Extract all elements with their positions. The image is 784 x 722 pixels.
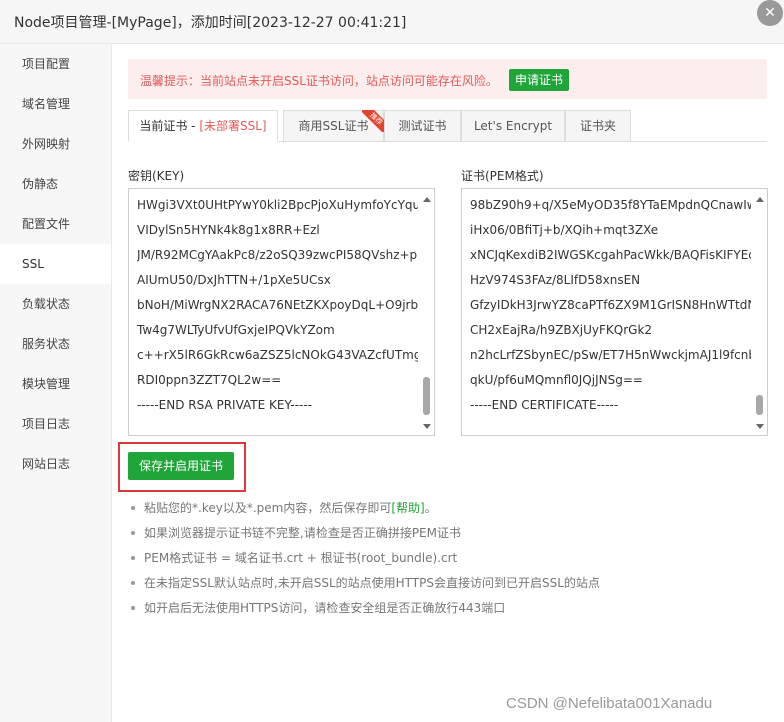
tips-list: 粘贴您的*.key以及*.pem内容，然后保存即可[帮助]。 如果浏览器提示证书… xyxy=(128,498,748,623)
key-label: 密钥(KEY) xyxy=(128,169,185,183)
sidebar-item-domain-management[interactable]: 域名管理 xyxy=(0,84,111,124)
help-link[interactable]: [帮助] xyxy=(391,501,424,515)
tab-current-certificate[interactable]: 当前证书 - [未部署SSL] xyxy=(128,110,278,142)
cert-line: -----END CERTIFICATE----- xyxy=(470,398,619,412)
sidebar: 项目配置 域名管理 外网映射 伪静态 配置文件 SSL 负载状态 服务状态 模块… xyxy=(0,44,112,722)
dialog-titlebar: Node项目管理-[MyPage]，添加时间[2023-12-27 00:41:… xyxy=(0,0,784,44)
scroll-down-icon[interactable] xyxy=(423,424,431,429)
cert-line: n2hcLrfZSbynEC/pSw/ET7H5nWwckjmAJ1l9fcnb xyxy=(470,348,751,362)
cert-line: GfzyIDkH3JrwYZ8caPTf6ZX9M1GrISN8HnWTtdN xyxy=(470,298,751,312)
sidebar-item-external-mapping[interactable]: 外网映射 xyxy=(0,124,111,164)
key-line: RDI0ppn3ZZT7QL2w== xyxy=(137,373,282,387)
cert-label: 证书(PEM格式) xyxy=(461,169,544,183)
key-line: bNoH/MiWrgNX2RACA76NEtZKXpoyDqL+O9jrb xyxy=(137,298,418,312)
cert-line: xNCJqKexdiB2IWGSKcgahPacWkk/BAQFisKIFYEq xyxy=(470,248,751,262)
key-line: Tw4g7WLTyUfvUfGxjeIPQVkYZom xyxy=(137,323,335,337)
sidebar-item-load-status[interactable]: 负载状态 xyxy=(0,284,111,324)
cert-line: qkU/pf6uMQmnfl0JQjJNSg== xyxy=(470,373,643,387)
tip-item: 如开启后无法使用HTTPS访问，请检查安全组是否正确放行443端口 xyxy=(128,598,748,623)
sidebar-item-ssl[interactable]: SSL xyxy=(0,244,111,284)
warning-text: 温馨提示：当前站点未开启SSL证书访问，站点访问可能存在风险。 xyxy=(140,74,498,88)
sidebar-item-rewrite[interactable]: 伪静态 xyxy=(0,164,111,204)
cert-line: 98bZ90h9+q/X5eMyOD35f8YTaEMpdnQCnawIw xyxy=(470,198,751,212)
scrollbar-thumb[interactable] xyxy=(756,395,763,415)
tip-text: 粘贴您的*.key以及*.pem内容，然后保存即可 xyxy=(144,501,392,515)
save-and-enable-button[interactable]: 保存并启用证书 xyxy=(128,452,234,480)
tab-current-label: 当前证书 - xyxy=(139,119,200,133)
dialog-title: Node项目管理-[MyPage]，添加时间[2023-12-27 00:41:… xyxy=(14,15,407,31)
scroll-down-icon[interactable] xyxy=(756,424,764,429)
recommended-badge: 推荐 xyxy=(362,110,384,132)
tab-lets-encrypt[interactable]: Let's Encrypt xyxy=(461,110,565,142)
sidebar-item-config-file[interactable]: 配置文件 xyxy=(0,204,111,244)
tab-commercial-label: 商用SSL证书 xyxy=(298,119,369,133)
certificate-tabs: 当前证书 - [未部署SSL] 商用SSL证书 推荐 测试证书 Let's En… xyxy=(128,110,767,142)
key-line: AIUmU50/DxJhTTN+/1pXe5UCsx xyxy=(137,273,331,287)
sidebar-item-service-status[interactable]: 服务状态 xyxy=(0,324,111,364)
scroll-up-icon[interactable] xyxy=(423,197,431,202)
sidebar-item-project-config[interactable]: 项目配置 xyxy=(0,44,111,84)
cert-scrollbar[interactable] xyxy=(753,189,767,435)
cert-line: iHx06/0BfiTj+b/XQih+mqt3ZXe xyxy=(470,223,659,237)
tip-item: 粘贴您的*.key以及*.pem内容，然后保存即可[帮助]。 xyxy=(128,498,748,523)
tip-text: 。 xyxy=(424,501,437,515)
sidebar-item-site-log[interactable]: 网站日志 xyxy=(0,444,111,484)
tab-commercial-ssl[interactable]: 商用SSL证书 推荐 xyxy=(283,110,384,142)
sidebar-item-project-log[interactable]: 项目日志 xyxy=(0,404,111,444)
key-line: c++rX5lR6GkRcw6aZSZ5lcNOkG43VAZcfUTmg/ xyxy=(137,348,418,362)
scrollbar-thumb[interactable] xyxy=(423,377,430,415)
watermark: CSDN @Nefelibata001Xanadu xyxy=(506,695,713,712)
tip-item: 如果浏览器提示证书链不完整,请检查是否正确拼接PEM证书 xyxy=(128,523,748,548)
ssl-panel: 温馨提示：当前站点未开启SSL证书访问，站点访问可能存在风险。 申请证书 当前证… xyxy=(112,44,784,722)
key-line: VIDylSn5HYNk4k8g1x8RR+Ezl xyxy=(137,223,320,237)
tip-item: 在未指定SSL默认站点时,未开启SSL的站点使用HTTPS会直接访问到已开启SS… xyxy=(128,573,748,598)
key-line: JM/R92MCgYAakPc8/z2oSQ39zwcPI58QVshz+p xyxy=(137,248,418,262)
tip-item: PEM格式证书 = 域名证书.crt + 根证书(root_bundle).cr… xyxy=(128,548,748,573)
key-line: HWgi3VXt0UHtPYwY0kli2BpcPjoXuHymfoYcYqu xyxy=(137,198,418,212)
tab-current-status: [未部署SSL] xyxy=(199,119,267,133)
key-textarea[interactable]: HWgi3VXt0UHtPYwY0kli2BpcPjoXuHymfoYcYqu … xyxy=(128,188,435,436)
key-scrollbar[interactable] xyxy=(420,189,434,435)
cert-textarea[interactable]: 98bZ90h9+q/X5eMyOD35f8YTaEMpdnQCnawIw iH… xyxy=(461,188,768,436)
key-line: -----END RSA PRIVATE KEY----- xyxy=(137,398,313,412)
warning-banner: 温馨提示：当前站点未开启SSL证书访问，站点访问可能存在风险。 申请证书 xyxy=(128,59,767,99)
cert-line: CH2xEajRa/h9ZBXjUyFKQrGk2 xyxy=(470,323,653,337)
close-icon[interactable]: ✕ xyxy=(757,0,783,26)
cert-line: HzV974S3FAz/8LIfD58xnsEN xyxy=(470,273,641,287)
sidebar-item-module-management[interactable]: 模块管理 xyxy=(0,364,111,404)
apply-certificate-button[interactable]: 申请证书 xyxy=(509,69,569,91)
tab-test-certificate[interactable]: 测试证书 xyxy=(384,110,461,142)
scroll-up-icon[interactable] xyxy=(756,197,764,202)
tab-certificate-folder[interactable]: 证书夹 xyxy=(565,110,631,142)
